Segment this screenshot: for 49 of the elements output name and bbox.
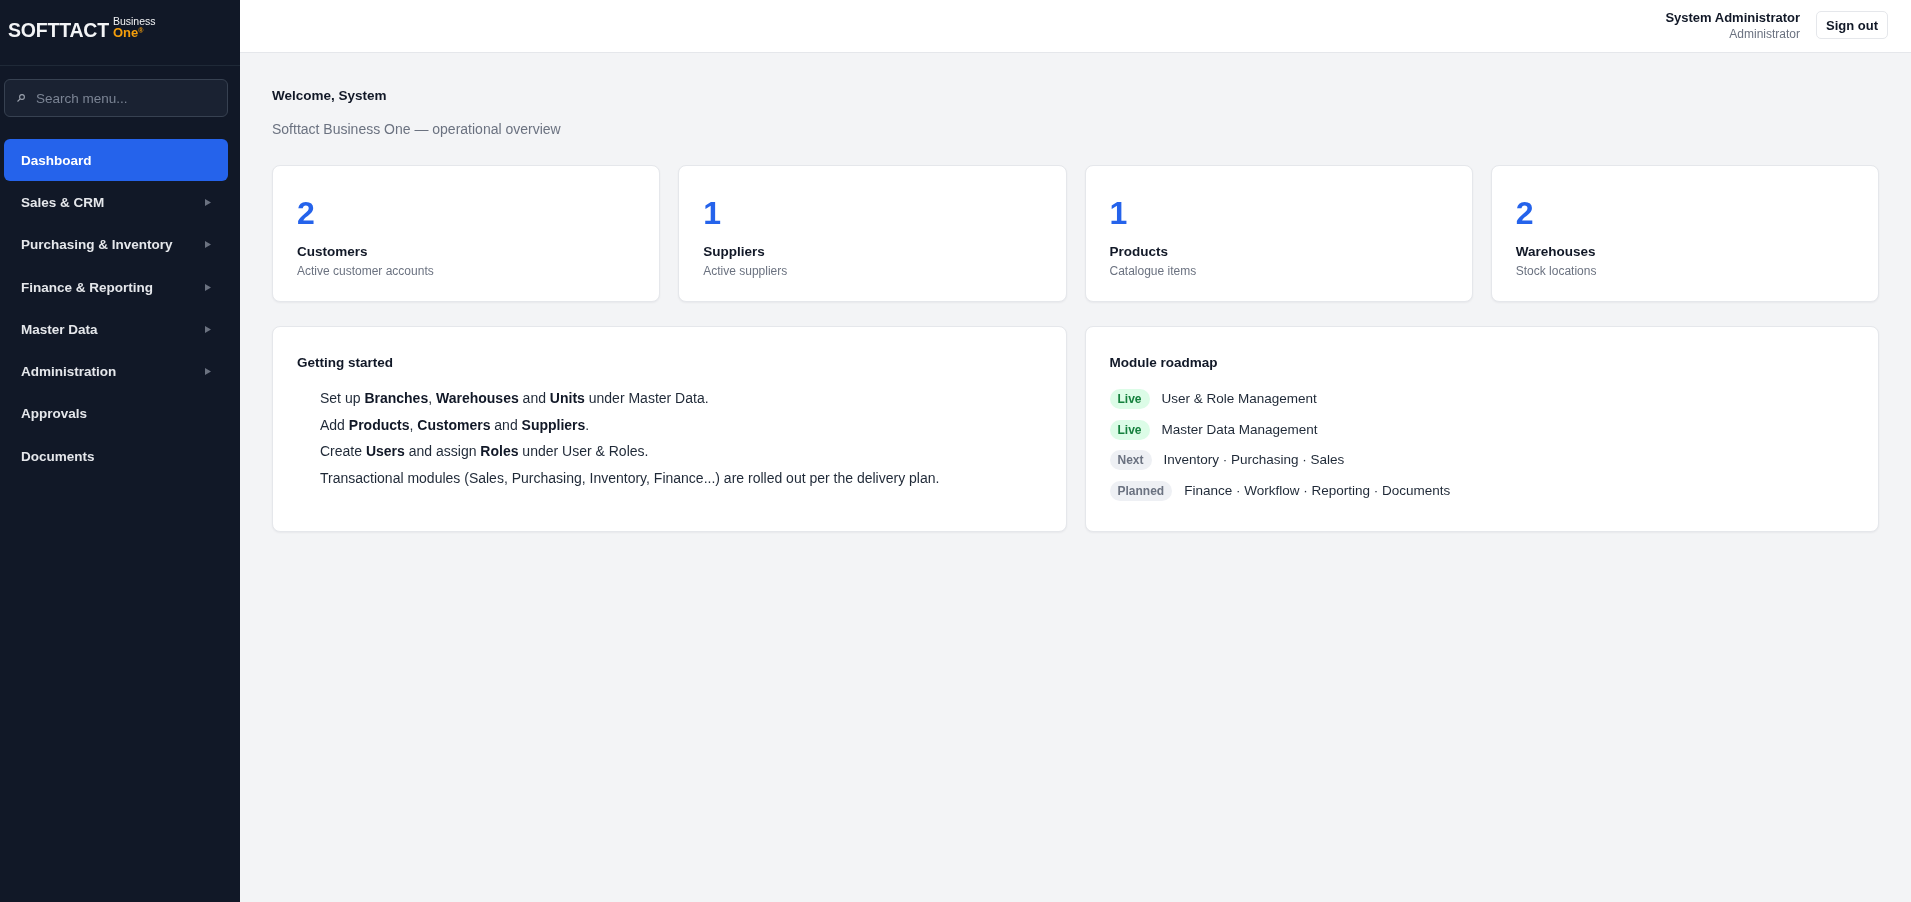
stat-caption: Catalogue items: [1109, 263, 1197, 280]
nav-item[interactable]: Administration: [4, 350, 228, 393]
stat-value: 2: [297, 194, 315, 233]
module-name: Master Data Management: [1161, 420, 1318, 439]
step-text: Add Products, Customers and Suppliers.: [320, 415, 590, 435]
search-icon: [17, 94, 25, 102]
stat-label: Suppliers: [703, 243, 765, 261]
caret-icon: [205, 198, 211, 206]
stat-value: 1: [703, 194, 722, 233]
sign-out-button[interactable]: Sign out: [1816, 11, 1888, 39]
nav-item[interactable]: Finance & Reporting: [4, 265, 228, 309]
caret-icon: [205, 283, 211, 291]
stat-label: Warehouses: [1515, 243, 1596, 261]
welcome-subtitle: Softtact Business One — operational overview: [272, 120, 561, 139]
stat-value: 1: [1109, 194, 1128, 233]
nav-item[interactable]: Master Data: [4, 308, 228, 351]
nav-item[interactable]: Sales & CRM: [4, 181, 228, 224]
stat-caption: Stock locations: [1515, 263, 1597, 280]
user-name: System Administrator: [1665, 8, 1800, 26]
welcome-title: Welcome, System: [272, 87, 387, 105]
status-badge: Live: [1109, 389, 1150, 409]
step-text: Transactional modules (Sales, Purchasing, Inventory, Finance...) are rolled out per the delivery plan.: [320, 468, 940, 488]
caret-icon: [205, 368, 211, 376]
stat-label: Customers: [297, 243, 368, 261]
module-name: Finance · Workflow · Reporting · Documents: [1184, 481, 1451, 500]
module-name: Inventory · Purchasing · Sales: [1163, 451, 1345, 469]
caret-icon: [205, 241, 211, 249]
module-name: User & Role Management: [1161, 390, 1317, 408]
logo-wordmark: SOFTTACT: [8, 19, 109, 40]
nav-item[interactable]: Purchasing & Inventory: [4, 223, 228, 266]
stat-value: 2: [1515, 194, 1534, 233]
stat-caption: Active customer accounts: [297, 263, 434, 280]
card-title: Module roadmap: [1109, 354, 1218, 372]
status-badge: Live: [1109, 419, 1150, 440]
nav-item[interactable]: Approvals: [4, 392, 228, 436]
card-title: Getting started: [297, 354, 393, 372]
status-badge: Planned: [1109, 480, 1173, 501]
step-text: Create Users and assign Roles under User & Roles.: [320, 442, 649, 461]
stat-label: Products: [1109, 243, 1168, 261]
nav-item[interactable]: Dashboard: [4, 139, 228, 182]
logo-product-name: One$^{®}$: [112, 25, 144, 40]
nav-item[interactable]: Documents: [4, 435, 228, 478]
caret-icon: [205, 325, 211, 333]
status-badge: Next: [1109, 450, 1152, 470]
stat-caption: Active suppliers: [703, 263, 788, 280]
logo-tagline: Business: [112, 15, 156, 26]
step-text: Set up Branches, Warehouses and Units under Master Data.: [320, 389, 709, 408]
user-role: Administrator: [1729, 25, 1800, 42]
search-field[interactable]: Search menu...: [4, 79, 228, 117]
